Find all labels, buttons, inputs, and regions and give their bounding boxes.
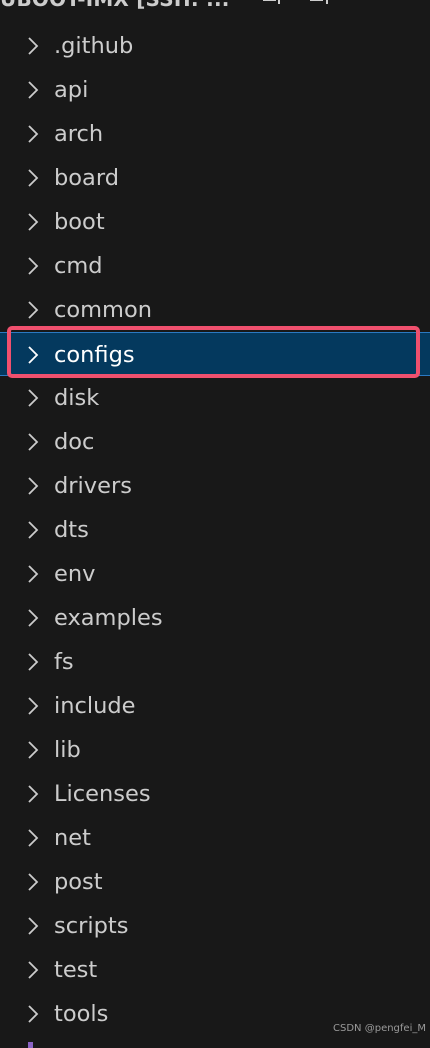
folder-item-boot[interactable]: boot — [0, 200, 430, 244]
chevron-right-icon — [28, 213, 39, 231]
chevron-right-icon — [28, 829, 39, 847]
chevron-right-icon — [28, 917, 39, 935]
folder-label: drivers — [54, 473, 132, 499]
folder-label: boot — [54, 209, 105, 235]
refresh-button[interactable] — [346, 0, 394, 14]
folder-label: board — [54, 165, 119, 191]
folder-item-examples[interactable]: examples — [0, 596, 430, 640]
chevron-right-icon — [28, 433, 39, 451]
folder-label: arch — [54, 121, 104, 147]
folder-label: test — [54, 957, 98, 983]
chevron-right-icon — [28, 389, 39, 407]
collapse-all-button[interactable] — [394, 0, 430, 14]
file-tree: .github api arch board boot cmd common c… — [0, 24, 430, 1036]
new-folder-button[interactable] — [298, 0, 346, 14]
chevron-right-icon — [28, 961, 39, 979]
folder-label: env — [54, 561, 96, 587]
chevron-right-icon — [28, 521, 39, 539]
folder-label: disk — [54, 385, 100, 411]
explorer-header: UBOOT-IMX [SSH: ... — [0, 0, 430, 14]
folder-label: include — [54, 693, 136, 719]
folder-item-arch[interactable]: arch — [0, 112, 430, 156]
folder-item-env[interactable]: env — [0, 552, 430, 596]
folder-label: api — [54, 77, 89, 103]
folder-label: dts — [54, 517, 89, 543]
folder-label: tools — [54, 1001, 109, 1027]
chevron-right-icon — [28, 125, 39, 143]
chevron-right-icon — [28, 873, 39, 891]
chevron-right-icon — [28, 697, 39, 715]
folder-label: lib — [54, 737, 81, 763]
folder-label: configs — [54, 342, 135, 368]
folder-item-include[interactable]: include — [0, 684, 430, 728]
folder-item-test[interactable]: test — [0, 948, 430, 992]
chevron-right-icon — [28, 169, 39, 187]
explorer-actions — [250, 0, 430, 14]
folder-item-dts[interactable]: dts — [0, 508, 430, 552]
folder-label: post — [54, 869, 103, 895]
folder-label: scripts — [54, 913, 129, 939]
folder-label: doc — [54, 429, 95, 455]
folder-item-fs[interactable]: fs — [0, 640, 430, 684]
folder-item-doc[interactable]: doc — [0, 420, 430, 464]
chevron-right-icon — [28, 741, 39, 759]
folder-item-github[interactable]: .github — [0, 24, 430, 68]
chevron-right-icon — [28, 81, 39, 99]
new-folder-icon — [310, 0, 328, 4]
watermark: CSDN @pengfei_M — [333, 1023, 426, 1034]
folder-item-configs[interactable]: configs — [0, 332, 430, 376]
folder-item-api[interactable]: api — [0, 68, 430, 112]
folder-label: .github — [54, 33, 134, 59]
tree-indent-guide — [28, 1042, 33, 1048]
folder-item-licenses[interactable]: Licenses — [0, 772, 430, 816]
chevron-right-icon — [28, 1005, 39, 1023]
folder-label: cmd — [54, 253, 103, 279]
folder-item-net[interactable]: net — [0, 816, 430, 860]
folder-item-lib[interactable]: lib — [0, 728, 430, 772]
folder-item-board[interactable]: board — [0, 156, 430, 200]
chevron-right-icon — [28, 785, 39, 803]
chevron-right-icon — [28, 565, 39, 583]
chevron-right-icon — [28, 257, 39, 275]
new-file-button[interactable] — [250, 0, 298, 14]
folder-item-post[interactable]: post — [0, 860, 430, 904]
folder-label: common — [54, 297, 152, 323]
chevron-right-icon — [28, 477, 39, 495]
folder-item-disk[interactable]: disk — [0, 376, 430, 420]
explorer-title[interactable]: UBOOT-IMX [SSH: ... — [0, 0, 230, 11]
chevron-right-icon — [28, 346, 39, 364]
folder-label: fs — [54, 649, 74, 675]
refresh-icon — [353, 0, 387, 14]
folder-label: examples — [54, 605, 163, 631]
folder-item-common[interactable]: common — [0, 288, 430, 332]
collapse-all-icon — [401, 0, 430, 14]
folder-item-drivers[interactable]: drivers — [0, 464, 430, 508]
folder-label: Licenses — [54, 781, 151, 807]
chevron-right-icon — [28, 301, 39, 319]
folder-label: net — [54, 825, 91, 851]
chevron-right-icon — [28, 37, 39, 55]
chevron-right-icon — [28, 609, 39, 627]
chevron-right-icon — [28, 653, 39, 671]
folder-item-cmd[interactable]: cmd — [0, 244, 430, 288]
new-file-icon — [263, 0, 280, 4]
folder-item-scripts[interactable]: scripts — [0, 904, 430, 948]
